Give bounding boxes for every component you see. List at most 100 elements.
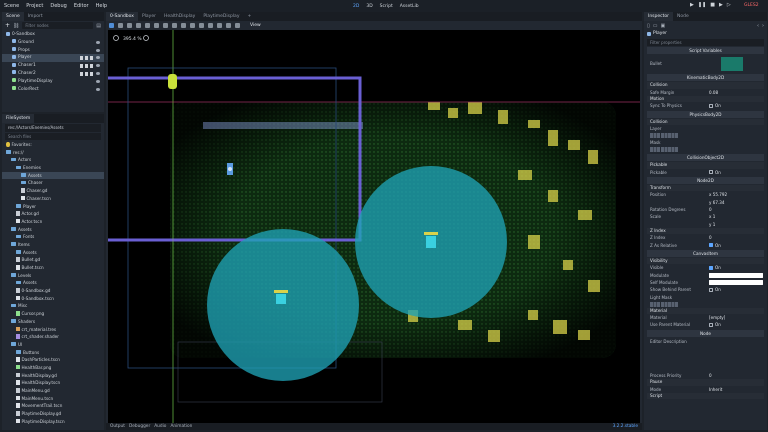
file-item[interactable]: HealthDisplay.gd <box>2 372 104 380</box>
file-item[interactable]: Shaders <box>2 318 104 326</box>
pan-icon[interactable] <box>163 23 168 28</box>
file-item[interactable]: Levels <box>2 272 104 280</box>
group-icon[interactable] <box>85 71 88 76</box>
tab-scene[interactable]: Scene <box>2 12 24 21</box>
scene-tab[interactable]: 0-Sandbox <box>106 12 138 21</box>
visibility-eye-icon[interactable] <box>96 87 100 91</box>
view-menu[interactable]: View <box>250 23 261 28</box>
tab-audio[interactable]: Audio <box>154 424 166 429</box>
prop-mask[interactable]: Mask <box>647 139 764 153</box>
group-icon[interactable] <box>80 64 83 69</box>
prop-scale-y[interactable]: y 1 <box>647 221 764 228</box>
search-files-input[interactable]: Search files <box>5 133 101 140</box>
prop-z-as-relative[interactable]: Z As Relative On <box>647 242 764 249</box>
prop-editor-description[interactable]: Editor Description <box>647 338 764 372</box>
mask-grid[interactable] <box>650 147 678 153</box>
file-item[interactable]: Chaser <box>2 179 104 187</box>
history-back-icon[interactable]: ‹ <box>757 23 759 29</box>
file-item[interactable]: Buttons <box>2 349 104 357</box>
scene-tab[interactable]: HealthDisplay <box>160 12 199 21</box>
prop-visible[interactable]: Visible On <box>647 264 764 271</box>
scene-node[interactable]: Props <box>2 47 104 55</box>
visibility-eye-icon[interactable] <box>96 56 100 60</box>
self-modulate-color[interactable] <box>709 280 763 286</box>
section-collisionobject2d[interactable]: CollisionObject2D <box>647 154 764 162</box>
file-item[interactable]: 0-Sandbox.tscn <box>2 295 104 303</box>
history-forward-icon[interactable]: › <box>762 23 764 29</box>
file-item[interactable]: crt_material.tres <box>2 326 104 334</box>
section-node2d[interactable]: Node2D <box>647 176 764 184</box>
filter-properties-input[interactable]: Filter properties <box>647 39 764 46</box>
chaser1-sprite[interactable] <box>274 290 288 304</box>
scene-node[interactable]: PlaytimeDisplay <box>2 78 104 86</box>
script-icon[interactable] <box>90 64 93 69</box>
file-item[interactable]: Bullet.tscn <box>2 264 104 272</box>
file-item[interactable]: Actor.tscn <box>2 218 104 226</box>
file-item[interactable]: Enemies <box>2 164 104 172</box>
visibility-eye-icon[interactable] <box>96 40 100 44</box>
mode-assetlib[interactable]: AssetLib <box>400 4 419 9</box>
renderer-label[interactable]: GLES2 <box>744 3 759 8</box>
file-item[interactable]: Assets <box>2 249 104 257</box>
visibility-eye-icon[interactable] <box>96 79 100 83</box>
ruler-icon[interactable] <box>172 23 177 28</box>
filter-nodes-input[interactable]: Filter nodes <box>22 22 94 29</box>
snap-icon[interactable] <box>181 23 186 28</box>
prop-sync-to-physics[interactable]: Sync To Physics On <box>647 102 764 109</box>
pivot-icon[interactable] <box>154 23 159 28</box>
play-scene-icon[interactable]: ▶ <box>719 2 723 8</box>
scene-tab[interactable]: PlaytimeDisplay <box>199 12 243 21</box>
scene-node[interactable]: ColorRect <box>2 86 104 94</box>
save-resource-icon[interactable]: ▣ <box>661 23 666 29</box>
stop-icon[interactable]: ■ <box>710 2 715 8</box>
prop-position-x[interactable]: Position x 55.792 <box>647 191 764 198</box>
file-item[interactable]: Bullet.gd <box>2 256 104 264</box>
group-icon[interactable] <box>85 56 88 61</box>
prop-layer[interactable]: Layer <box>647 125 764 139</box>
file-item[interactable]: crt_shader.shader <box>2 333 104 341</box>
visibility-eye-icon[interactable] <box>96 48 100 52</box>
pause-icon[interactable]: ❚❚ <box>698 2 706 8</box>
menu-debug[interactable]: Debug <box>50 3 66 9</box>
lock-icon[interactable] <box>208 23 213 28</box>
file-item[interactable]: Chaser.gd <box>2 187 104 195</box>
new-resource-icon[interactable]: ▯ <box>647 23 650 29</box>
add-scene-tab-icon[interactable]: + <box>243 12 255 21</box>
prop-pickable[interactable]: Pickable On <box>647 169 764 176</box>
file-item[interactable]: DashParticles.tscn <box>2 356 104 364</box>
prop-light-mask[interactable]: Light Mask <box>647 294 764 308</box>
file-item[interactable]: Player <box>2 203 104 211</box>
group-icon[interactable] <box>80 56 83 61</box>
section-node[interactable]: Node <box>647 329 764 337</box>
rotate-tool-icon[interactable] <box>127 23 132 28</box>
tab-node[interactable]: Node <box>673 12 693 21</box>
section-canvasitem[interactable]: CanvasItem <box>647 249 764 257</box>
prop-z-index[interactable]: Z Index 0 <box>647 234 764 241</box>
scene-node[interactable]: 0-Sandbox <box>2 31 104 39</box>
scene-node[interactable]: Chaser2 <box>2 70 104 78</box>
file-item[interactable]: PlaytimeDisplay.tscn <box>2 418 104 426</box>
link-icon[interactable]: ⛓ <box>13 23 19 29</box>
prop-pause-mode[interactable]: Mode Inherit <box>647 386 764 393</box>
grid-snap-icon[interactable] <box>190 23 195 28</box>
tab-output[interactable]: Output <box>110 424 125 429</box>
file-item[interactable]: 0-Sandbox.gd <box>2 287 104 295</box>
file-item[interactable]: MainMenu.tscn <box>2 395 104 403</box>
file-item[interactable]: PlaytimeDisplay.gd <box>2 410 104 418</box>
file-item[interactable]: Assets <box>2 279 104 287</box>
move-tool-icon[interactable] <box>118 23 123 28</box>
bullet-resource-preview[interactable] <box>721 57 743 71</box>
prop-position-y[interactable]: y 67.34 <box>647 199 764 206</box>
file-item[interactable]: MainMenu.gd <box>2 387 104 395</box>
prop-use-parent-material[interactable]: Use Parent Material On <box>647 321 764 328</box>
prop-scale-x[interactable]: Scale x 1 <box>647 213 764 220</box>
mode-2d[interactable]: 2D <box>353 4 359 9</box>
file-item[interactable]: MovementTrail.tscn <box>2 402 104 410</box>
script-icon[interactable] <box>90 56 93 61</box>
scene-node[interactable]: Chaser1 <box>2 62 104 70</box>
tab-animation[interactable]: Animation <box>170 424 192 429</box>
prop-rotation[interactable]: Rotation Degrees 0 <box>647 206 764 213</box>
select-tool-icon[interactable] <box>109 23 114 28</box>
menu-editor[interactable]: Editor <box>74 3 89 9</box>
visibility-eye-icon[interactable] <box>96 71 100 75</box>
